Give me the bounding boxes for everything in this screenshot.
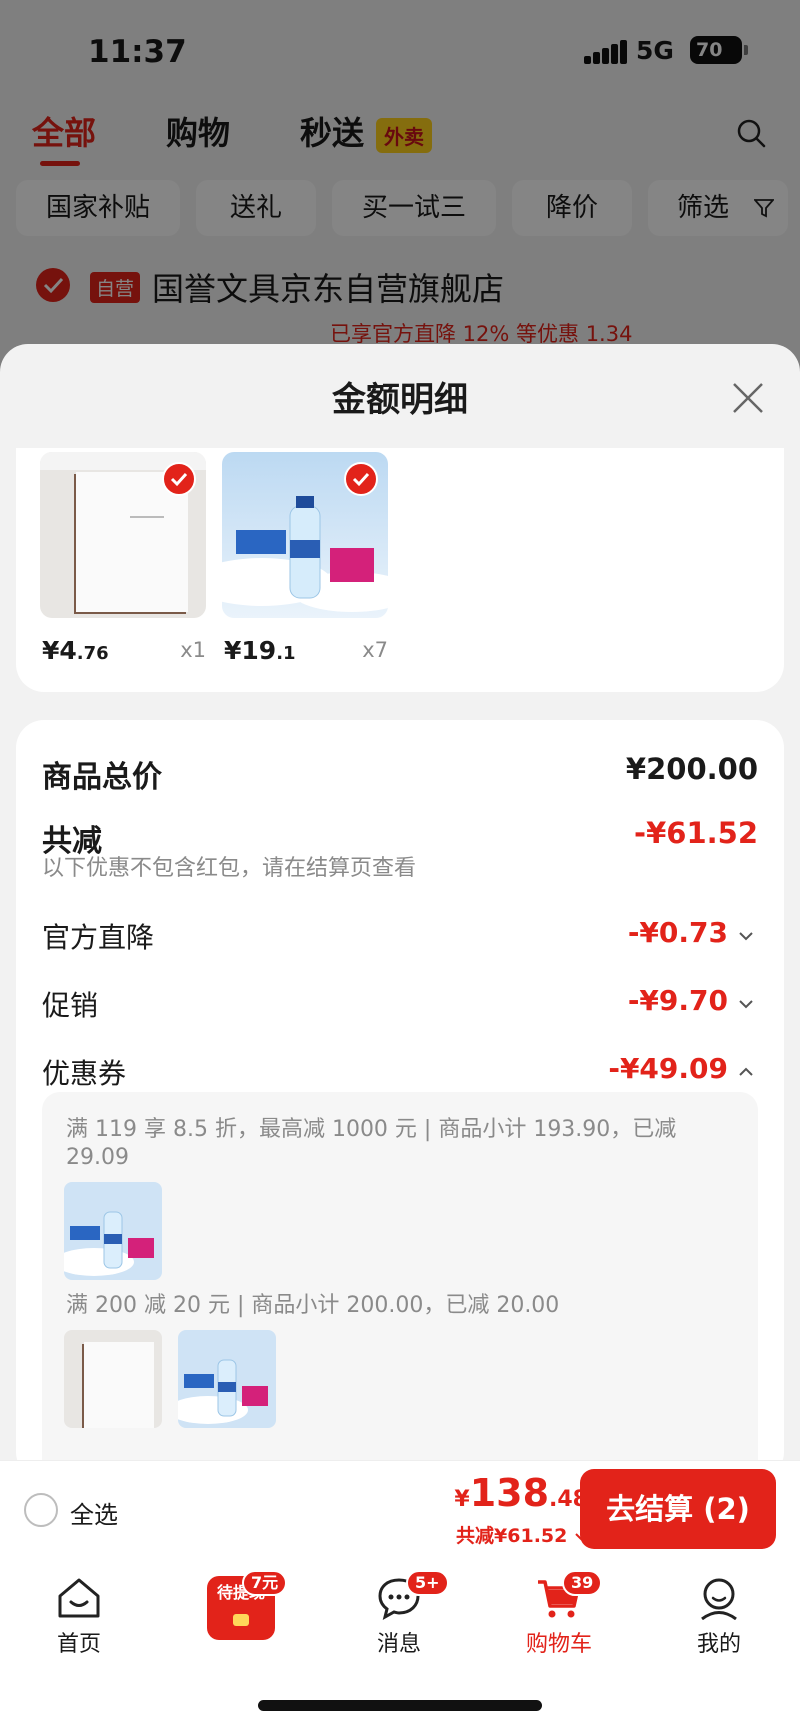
coupon-value: -¥49.09 (608, 1052, 728, 1085)
close-icon[interactable] (730, 380, 766, 416)
status-time: 11:37 (88, 34, 187, 70)
sheet-title: 金额明细 (332, 380, 468, 420)
coupon-row[interactable]: 优惠券 -¥49.09 (42, 1052, 758, 1096)
promotion-value: -¥9.70 (627, 984, 728, 1017)
tab-red-packet[interactable]: 待提现 7元 (186, 1570, 296, 1640)
checkout-button[interactable]: 去结算 (2) (580, 1469, 776, 1549)
battery-icon: 70 (690, 36, 748, 64)
tab-cart-label: 购物车 (525, 1632, 592, 1657)
total-price-label: 商品总价 (42, 760, 162, 795)
filter-icon (754, 199, 774, 218)
amount-detail-sheet: 金额明细 ¥4.76 x1 ¥19.1 x7 商品总价 ¥200.00 共减 -… (0, 344, 800, 1460)
promotion-label: 促销 (42, 989, 99, 1022)
waimai-tag: 外卖 (376, 118, 432, 153)
chip-gift[interactable]: 送礼 (196, 180, 316, 236)
coupon-rule-1-cont: 29.09 (66, 1145, 129, 1170)
tab-messages[interactable]: 消息 5+ (344, 1570, 454, 1658)
water-image (222, 452, 388, 618)
price-breakdown-card: 商品总价 ¥200.00 共减 -¥61.52 以下优惠不包含红包，请在结算页查… (16, 720, 784, 1460)
coupon-label: 优惠券 (42, 1057, 127, 1090)
product-price: ¥19.1 (224, 636, 296, 665)
product-item[interactable]: ¥19.1 x7 (222, 452, 388, 665)
network-label: 5G (636, 36, 674, 65)
chevron-up-icon (739, 1067, 753, 1076)
tab-profile[interactable]: 我的 (664, 1576, 774, 1658)
product-item[interactable]: ¥4.76 x1 (40, 452, 206, 665)
coupon-product-thumb[interactable] (178, 1330, 276, 1428)
search-icon[interactable] (736, 118, 766, 148)
tab-cart[interactable]: 购物车 39 (504, 1570, 614, 1658)
coupon-rule-1: 满 119 享 8.5 折，最高减 1000 元 | 商品小计 193.90，已… (66, 1117, 677, 1142)
official-discount-value: -¥0.73 (627, 916, 728, 949)
tab-all[interactable]: 全部 (32, 108, 96, 166)
chip-try[interactable]: 买一试三 (332, 180, 496, 236)
selected-products-card: ¥4.76 x1 ¥19.1 x7 (16, 448, 784, 692)
total-price-row: 商品总价 ¥200.00 (42, 752, 758, 796)
chip-filter-label: 筛选 (676, 193, 729, 223)
tab-home[interactable]: 首页 (24, 1576, 134, 1658)
product-price: ¥4.76 (42, 636, 109, 665)
official-discount-row[interactable]: 官方直降 -¥0.73 (42, 916, 758, 960)
store-name[interactable]: 国誉文具京东自营旗舰店 (152, 264, 504, 310)
coupon-detail-box: 满 119 享 8.5 折，最高减 1000 元 | 商品小计 193.90，已… (42, 1092, 758, 1460)
discount-note: 以下优惠不包含红包，请在结算页查看 (42, 856, 417, 881)
official-discount-label: 官方直降 (42, 921, 155, 954)
tab-messages-label: 消息 (376, 1632, 421, 1657)
product-qty: x1 (180, 638, 206, 662)
chip-price-drop[interactable]: 降价 (512, 180, 632, 236)
status-bar: 11:37 5G 70 (0, 28, 800, 78)
coupon-rule-2: 满 200 减 20 元 | 商品小计 200.00，已减 20.00 (66, 1293, 560, 1318)
coupon-product-thumb[interactable] (64, 1182, 162, 1280)
select-all-radio[interactable] (24, 1493, 58, 1527)
profile-icon (701, 1578, 737, 1620)
total-price-value: ¥200.00 (625, 752, 758, 786)
promotion-row[interactable]: 促销 -¥9.70 (42, 984, 758, 1028)
notebook-image (40, 452, 206, 618)
saved-amount[interactable]: 共减¥61.52 (456, 1521, 588, 1548)
chip-filter[interactable]: 筛选 (648, 180, 788, 236)
tab-profile-label: 我的 (696, 1632, 741, 1657)
home-indicator (258, 1700, 542, 1711)
store-check-icon[interactable] (36, 268, 70, 302)
total-amount[interactable]: ¥138.48 (454, 1471, 588, 1515)
product-check-icon[interactable] (162, 462, 196, 496)
chevron-down-icon (739, 932, 753, 941)
home-icon (58, 1578, 100, 1618)
self-operated-tag: 自营 (90, 272, 141, 303)
product-check-icon[interactable] (344, 462, 378, 496)
signal-icon (584, 40, 627, 64)
tab-instant[interactable]: 秒送 (300, 108, 364, 154)
checkout-bar: 全选 ¥138.48 共减¥61.52 去结算 (2) (0, 1460, 800, 1556)
messages-badge: 5+ (406, 1570, 449, 1596)
product-qty: x7 (362, 638, 388, 662)
coupon-product-thumb[interactable] (64, 1330, 162, 1428)
tab-shopping[interactable]: 购物 (166, 108, 230, 154)
tab-home-label: 首页 (56, 1632, 101, 1657)
discount-value: -¥61.52 (634, 816, 758, 850)
select-all-label[interactable]: 全选 (70, 1495, 118, 1530)
chevron-down-icon (739, 1000, 753, 1009)
chip-national-subsidy[interactable]: 国家补贴 (16, 180, 180, 236)
red-packet-badge: 7元 (242, 1570, 288, 1596)
cart-badge: 39 (562, 1570, 603, 1596)
